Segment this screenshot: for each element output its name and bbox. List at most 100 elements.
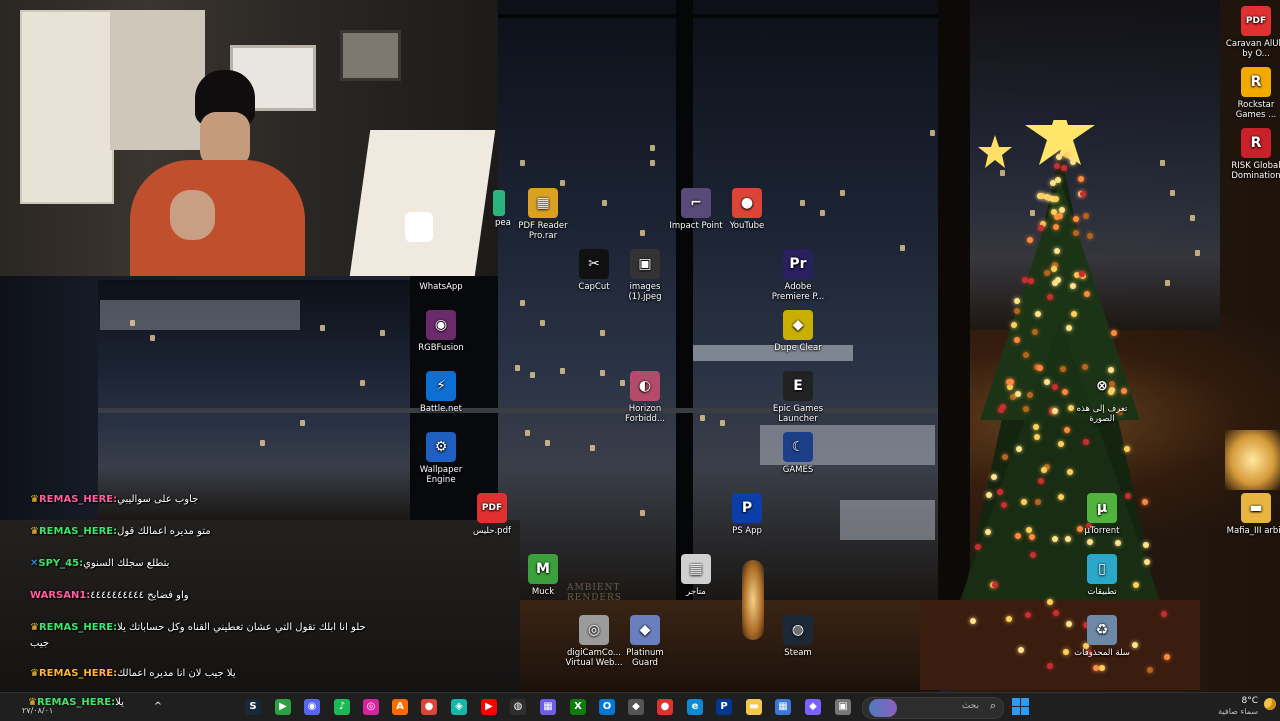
desktop-icon[interactable]: M Muck xyxy=(512,554,574,597)
desktop-icon-label: Muck xyxy=(531,587,555,597)
chat-text: متو مديره اعمالك قول xyxy=(117,526,211,537)
desktop-icon[interactable]: E Epic Games Launcher xyxy=(767,371,829,424)
wall-cabinet xyxy=(20,10,114,204)
tree-ornament xyxy=(986,491,993,498)
obs-icon[interactable]: ◍ xyxy=(510,699,526,715)
windows-logo-icon xyxy=(1012,698,1020,706)
desktop-icon[interactable]: PDF حليس.pdf xyxy=(461,493,523,536)
chat-text: يلا xyxy=(115,697,124,708)
tree-ornament xyxy=(974,543,981,550)
city-window-light xyxy=(720,420,725,426)
xbox-icon[interactable]: X xyxy=(570,699,586,715)
webcam-overlay xyxy=(0,0,498,276)
edge-icon[interactable]: e xyxy=(687,699,703,715)
impact-point-icon: ⌐ xyxy=(681,188,711,218)
chat-badge-icon: ♛ xyxy=(30,668,39,679)
weather-widget[interactable]: 8°C سماء صافية xyxy=(1200,695,1280,719)
desktop-icon[interactable]: ⊗ تعرف إلى هذه الصورة xyxy=(1071,371,1133,424)
desktop-icon[interactable]: ● YouTube xyxy=(716,188,778,231)
desktop-icon-label: Platinum Guard xyxy=(626,648,664,668)
desktop-icon-label: Adobe Premiere P... xyxy=(771,282,825,302)
desktop-icon[interactable]: ◆ Platinum Guard xyxy=(614,615,676,668)
desktop-icon[interactable]: ▯ تطبيقات xyxy=(1071,554,1133,597)
tree-ornament xyxy=(1022,405,1029,412)
desktop-icon[interactable]: P PS App xyxy=(716,493,778,536)
app-a-icon[interactable]: A xyxy=(392,699,408,715)
tree-ornament xyxy=(1053,162,1060,169)
desktop-icon-label: GAMES xyxy=(782,465,814,475)
tree-ornament xyxy=(1078,176,1084,183)
city-window-light xyxy=(515,365,520,371)
chat-text: حلو انا ابلك تقول التي عشان تعطيني القنا… xyxy=(117,622,366,633)
playstation-icon[interactable]: P xyxy=(716,699,732,715)
app-red-icon[interactable]: ● xyxy=(657,699,673,715)
chat-message: ✕SPY_45:بتطلع سجلك السنوي xyxy=(30,556,169,572)
chrome-icon[interactable]: ● xyxy=(421,699,437,715)
desktop-icon[interactable]: R RISK Global Domination xyxy=(1225,128,1280,181)
chat-text: واو فضايح ٤٤٤٤٤٤٤٤٤٤ xyxy=(90,590,189,601)
desktop-icon[interactable]: ☾ GAMES xyxy=(767,432,829,475)
desktop-icon[interactable]: ⚡ Battle.net xyxy=(410,371,472,414)
desktop-icon[interactable]: R Rockstar Games ... xyxy=(1225,67,1280,120)
start-button[interactable] xyxy=(1012,698,1030,716)
person-face xyxy=(200,112,250,167)
search-box[interactable]: بحث ⌕ xyxy=(862,697,1004,719)
tree-ornament xyxy=(1026,236,1033,243)
city-window-light xyxy=(320,325,325,331)
wallpaper-taskbar-icon[interactable]: ◈ xyxy=(451,699,467,715)
desktop-icon[interactable]: ⚙ Wallpaper Engine xyxy=(410,432,472,485)
desktop-icon[interactable]: ▣ images (1).jpeg xyxy=(614,249,676,302)
epic-games-icon: E xyxy=(783,371,813,401)
tree-ornament xyxy=(1025,526,1032,533)
city-window-light xyxy=(600,370,605,376)
discord-icon[interactable]: ◉ xyxy=(304,699,320,715)
city-window-light xyxy=(600,330,605,336)
chat-badge-icon: ♛ xyxy=(30,526,39,537)
city-window-light xyxy=(260,440,265,446)
play-icon[interactable]: ▶ xyxy=(275,699,291,715)
city-window-light xyxy=(650,145,655,151)
tree-ornament xyxy=(1133,581,1140,588)
desktop-icon-label: Steam xyxy=(784,648,812,658)
desktop-icon[interactable]: ▦ PDF Reader Pro.rar xyxy=(512,188,574,241)
desktop-icon[interactable]: ◉ RGBFusion xyxy=(410,310,472,353)
desktop-icon-label: تطبيقات xyxy=(1087,587,1117,597)
chat-username: REMAS_HERE: xyxy=(38,668,118,679)
partial-app-icon[interactable] xyxy=(493,190,505,216)
desktop-icon[interactable]: ◆ Dupe Clear xyxy=(767,310,829,353)
app-cube-icon[interactable]: ◆ xyxy=(628,699,644,715)
app-gray-icon[interactable]: ▣ xyxy=(835,699,851,715)
desktop-icon[interactable]: WhatsApp xyxy=(410,249,472,292)
copilot-icon[interactable]: ◆ xyxy=(805,699,821,715)
desktop-icon[interactable]: ◐ Horizon Forbidd... xyxy=(614,371,676,424)
tree-ornament xyxy=(991,581,998,588)
desktop-icon[interactable]: PDF Caravan AlUla by O... xyxy=(1225,6,1280,59)
spotify-icon[interactable]: ♪ xyxy=(334,699,350,715)
desktop-icon-label: Dupe Clear xyxy=(774,343,822,353)
file-explorer-icon[interactable]: ▬ xyxy=(746,699,762,715)
city-window-light xyxy=(300,420,305,426)
store-icon[interactable]: ▦ xyxy=(775,699,791,715)
apps-folder-icon: ▯ xyxy=(1087,554,1117,584)
tree-ornament xyxy=(984,528,991,535)
chat-message: ♛REMAS_HERE:يلا xyxy=(28,697,124,708)
desktop-icon[interactable]: ▦ متاجر xyxy=(665,554,727,597)
desktop-icon[interactable]: ▬ Mafia_III arbic xyxy=(1225,493,1280,536)
outlook-icon[interactable]: O xyxy=(599,699,615,715)
desktop-icon[interactable]: ♻ سلة المحذوفات xyxy=(1071,615,1133,658)
instagram-icon[interactable]: ◎ xyxy=(363,699,379,715)
tree-ornament xyxy=(1083,438,1090,445)
desktop-icon[interactable]: Pr Adobe Premiere P... xyxy=(767,249,829,302)
tree-ornament xyxy=(1050,208,1057,215)
photos-icon[interactable]: ▦ xyxy=(540,699,556,715)
moon-weather-icon xyxy=(1264,698,1276,710)
desktop-icon[interactable]: ◍ Steam xyxy=(767,615,829,658)
steam-taskbar-icon[interactable]: S xyxy=(245,699,261,715)
chevron-up-icon[interactable]: ^ xyxy=(150,699,166,715)
desktop-icon[interactable]: µ µTorrent xyxy=(1071,493,1133,536)
cabinet-door xyxy=(110,10,205,150)
youtube-icon[interactable]: ▶ xyxy=(481,699,497,715)
steam-icon: ◍ xyxy=(783,615,813,645)
desktop-icon-label: تعرف إلى هذه الصورة xyxy=(1076,404,1128,424)
desktop-icon-label: Horizon Forbidd... xyxy=(625,404,665,424)
